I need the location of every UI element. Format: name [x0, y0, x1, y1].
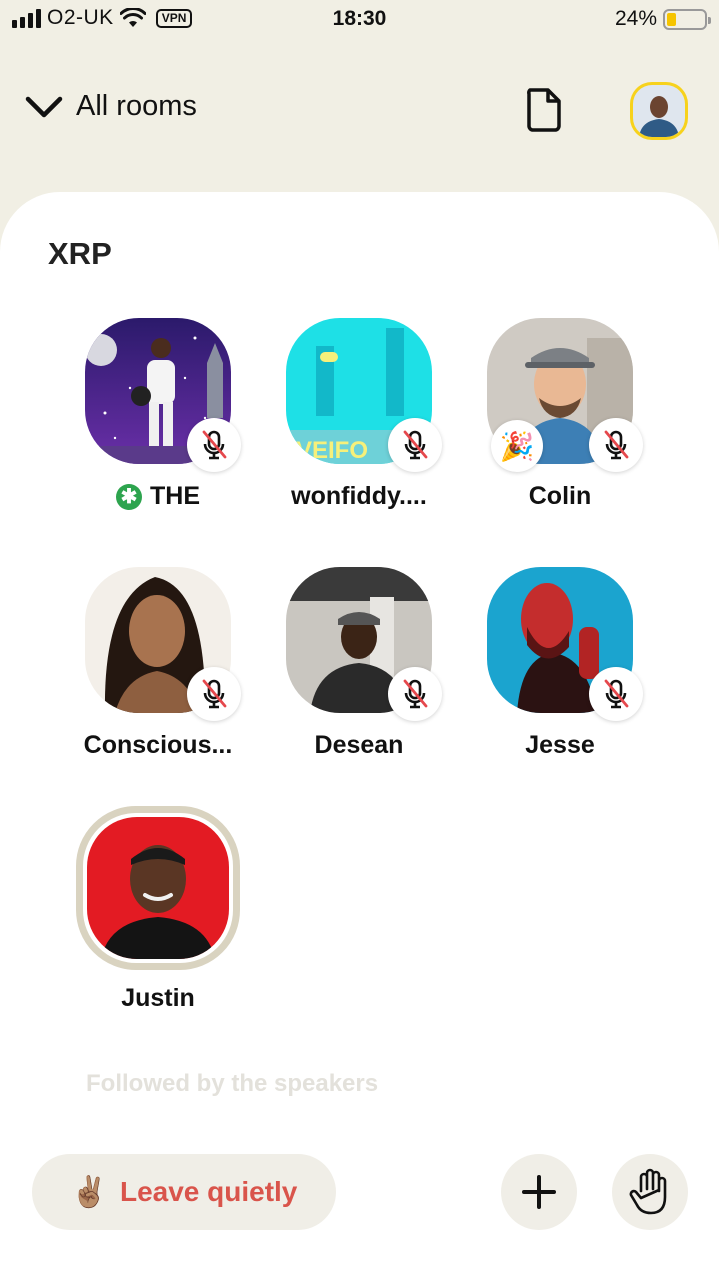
chevron-down-icon: [25, 96, 63, 117]
muted-mic-icon: [187, 667, 241, 721]
speaker-name: wonfiddy....: [259, 482, 459, 511]
speaker-name: Jesse: [460, 731, 660, 760]
avatar: [87, 817, 229, 959]
speaker-the[interactable]: ✱ THE: [58, 318, 258, 511]
speaker-jesse[interactable]: Jesse: [460, 567, 660, 760]
speaker-name: ✱ THE: [58, 482, 258, 511]
leave-quietly-label: Leave quietly: [119, 1176, 298, 1207]
leave-quietly-button[interactable]: ✌🏽 Leave quietly: [32, 1154, 336, 1230]
battery-percent: 24%: [614, 7, 657, 30]
wifi-icon: [119, 8, 146, 27]
followed-by-speakers-heading: Followed by the speakers: [86, 1070, 379, 1097]
all-rooms-button[interactable]: All rooms: [24, 90, 197, 123]
raise-hand-icon: [629, 1168, 667, 1215]
add-button[interactable]: [501, 1154, 577, 1230]
status-right: 24%: [614, 7, 711, 31]
speaker-name-text: Jesse: [525, 731, 595, 759]
speaker-justin[interactable]: Justin: [58, 806, 258, 1013]
document-icon: [527, 88, 561, 132]
status-left: O2-UK VPN: [12, 6, 193, 30]
status-bar: O2-UK VPN 18:30 24%: [0, 0, 719, 40]
speaker-wonfiddy[interactable]: VEIFO wonfiddy....: [259, 318, 459, 511]
muted-mic-icon: [388, 418, 442, 472]
moderator-icon: ✱: [116, 483, 142, 510]
raise-hand-button[interactable]: [612, 1154, 688, 1230]
battery-fill: [667, 12, 676, 26]
speaker-name-text: THE: [150, 482, 200, 510]
speaker-name: Desean: [259, 731, 459, 760]
svg-text:VEIFO: VEIFO: [296, 437, 368, 464]
muted-mic-icon: [388, 667, 442, 721]
header: All rooms: [0, 60, 719, 160]
speaker-name-text: wonfiddy....: [291, 482, 427, 510]
signal-icon: [12, 8, 41, 28]
speaker-name: Conscious...: [58, 731, 258, 760]
profile-avatar[interactable]: [630, 82, 688, 140]
room-card: XRP ✱ THE VEIFO wonfiddy.... 🎉 Colin Con…: [0, 192, 719, 1280]
document-button[interactable]: [524, 86, 564, 134]
profile-photo: [633, 85, 685, 137]
all-rooms-label: All rooms: [76, 90, 197, 122]
peace-sign-icon: ✌🏽: [70, 1175, 108, 1209]
room-title: XRP: [48, 236, 112, 271]
muted-mic-icon: [589, 667, 643, 721]
vpn-badge: VPN: [155, 8, 193, 28]
plus-icon: [522, 1175, 556, 1209]
muted-mic-icon: [187, 418, 241, 472]
speaker-name-text: Colin: [528, 482, 592, 510]
speaker-colin[interactable]: 🎉 Colin: [460, 318, 660, 511]
speaking-ring: [76, 806, 240, 970]
speaker-conscious[interactable]: Conscious...: [58, 567, 258, 760]
party-popper-icon: 🎉: [491, 420, 543, 472]
speaker-name-text: Justin: [121, 984, 195, 1012]
carrier-name: O2-UK: [47, 6, 114, 29]
speaker-name-text: Desean: [314, 731, 404, 759]
speaker-name-text: Conscious...: [83, 731, 233, 759]
speaker-name: Justin: [58, 984, 258, 1013]
muted-mic-icon: [589, 418, 643, 472]
speaker-desean[interactable]: Desean: [259, 567, 459, 760]
speaker-name: Colin: [460, 482, 660, 511]
battery-icon: [663, 8, 711, 30]
